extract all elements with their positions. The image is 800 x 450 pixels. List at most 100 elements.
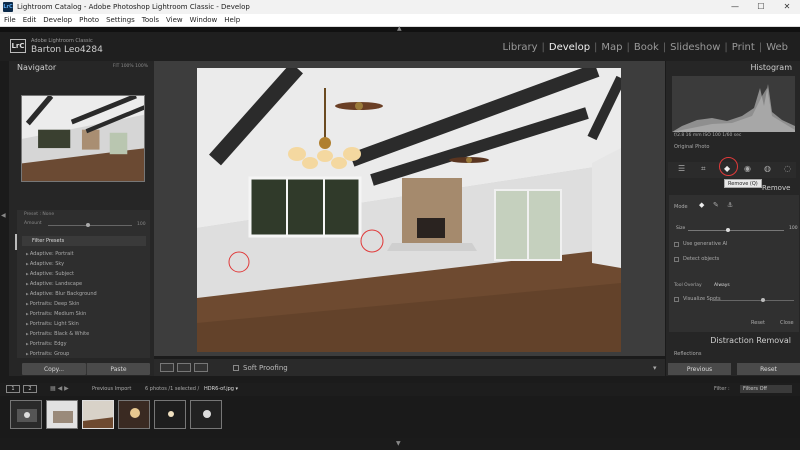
presets-icon[interactable]: ◌: [784, 164, 791, 173]
filter-presets-header[interactable]: Filter Presets: [22, 236, 146, 246]
viewer-toolbar: [154, 359, 665, 376]
visualize-slider-handle[interactable]: [761, 298, 765, 302]
filmstrip-thumbnail[interactable]: [190, 400, 222, 429]
soft-proofing-checkbox[interactable]: [233, 365, 239, 371]
compare-icon[interactable]: [194, 363, 208, 372]
menu-settings[interactable]: Settings: [106, 16, 135, 24]
filmstrip-thumbnail[interactable]: [10, 400, 42, 429]
module-slideshow[interactable]: Slideshow: [666, 42, 724, 53]
preset-item[interactable]: Portraits: Edgy: [26, 339, 97, 349]
thumbnail-image: [17, 409, 37, 422]
reset-button[interactable]: Reset: [737, 363, 800, 375]
edit-sliders-icon[interactable]: ☰: [678, 164, 685, 173]
detect-objects-checkbox[interactable]: [674, 257, 679, 262]
mask-icon[interactable]: ◍: [764, 164, 771, 173]
filmstrip-filename[interactable]: HDR6-of.jpg ▾: [204, 386, 238, 392]
tool-overlay-label: Tool Overlay: [674, 283, 702, 288]
preset-item[interactable]: Adaptive: Portrait: [26, 249, 97, 259]
navigator-header[interactable]: Navigator FIT 100% 100%: [9, 61, 154, 73]
menu-window[interactable]: Window: [190, 16, 218, 24]
module-print[interactable]: Print: [728, 42, 759, 53]
visualize-slider[interactable]: [712, 300, 794, 301]
filmstrip-thumbnail[interactable]: [118, 400, 150, 429]
content-aware-mode-icon[interactable]: ◆: [699, 201, 704, 209]
module-map[interactable]: Map: [597, 42, 626, 53]
chevron-up-icon[interactable]: ▲: [397, 25, 402, 32]
display-1-button[interactable]: 1: [6, 385, 20, 393]
crop-icon[interactable]: ⌗: [701, 164, 706, 174]
filmstrip-thumbnail[interactable]: [46, 400, 78, 429]
maximize-icon[interactable]: ☐: [748, 0, 774, 14]
module-web[interactable]: Web: [762, 42, 792, 53]
preset-item[interactable]: Portraits: Light Skin: [26, 319, 97, 329]
distraction-removal-header[interactable]: Distraction Removal: [669, 334, 795, 346]
generative-ai-label: Use generative AI: [683, 241, 728, 247]
menu-file[interactable]: File: [4, 16, 16, 24]
module-book[interactable]: Book: [630, 42, 663, 53]
module-develop[interactable]: Develop: [545, 42, 594, 53]
amount-label: Amount: [24, 221, 42, 226]
lightroom-logo: LrC: [10, 39, 26, 53]
soft-proofing-label: Soft Proofing: [243, 364, 288, 372]
preset-item[interactable]: Portraits: Black & White: [26, 329, 97, 339]
copy-button[interactable]: Copy...: [22, 363, 86, 375]
filmstrip-thumbnail-selected[interactable]: [82, 400, 114, 429]
previous-button[interactable]: Previous: [668, 363, 731, 375]
display-2-button[interactable]: 2: [23, 385, 37, 393]
visualize-spots-checkbox[interactable]: [674, 297, 679, 302]
minimize-icon[interactable]: —: [722, 0, 748, 14]
presets-scrollbar[interactable]: [15, 234, 17, 250]
original-photo-toggle[interactable]: Original Photo: [674, 144, 709, 150]
navigator-preview-image: [22, 96, 144, 181]
preset-item[interactable]: Adaptive: Landscape: [26, 279, 97, 289]
heal-mode-icon[interactable]: ✎: [713, 201, 719, 209]
preset-item[interactable]: Adaptive: Blur Background: [26, 289, 97, 299]
reflections-label[interactable]: Reflections: [674, 351, 701, 357]
thumbnail-image: [168, 411, 174, 417]
preset-label[interactable]: Preset : None: [24, 212, 54, 217]
before-after-icon[interactable]: [177, 363, 191, 372]
menu-develop[interactable]: Develop: [43, 16, 72, 24]
preset-item[interactable]: Portraits: Medium Skin: [26, 309, 97, 319]
navigator-zoom[interactable]: FIT 100% 100%: [113, 61, 148, 73]
preset-item[interactable]: Portraits: Deep Skin: [26, 299, 97, 309]
amount-slider[interactable]: [48, 225, 132, 226]
preset-item[interactable]: Adaptive: Subject: [26, 269, 97, 279]
thumbnail-image: [53, 411, 73, 423]
clone-mode-icon[interactable]: ⚓: [727, 201, 733, 209]
filter-select[interactable]: Filters Off: [740, 385, 792, 393]
generative-ai-checkbox[interactable]: [674, 242, 679, 247]
preset-item[interactable]: Portraits: Group: [26, 349, 97, 359]
toolbar-menu-icon[interactable]: ▾: [653, 364, 657, 372]
remove-reset-button[interactable]: Reset: [751, 320, 765, 326]
histogram-chart: [672, 76, 795, 132]
module-library[interactable]: Library: [499, 42, 542, 53]
remove-close-button[interactable]: Close: [780, 320, 794, 326]
filmstrip-source[interactable]: Previous Import: [92, 386, 131, 392]
photo-canvas[interactable]: [197, 68, 621, 352]
tool-overlay-select[interactable]: Always: [714, 283, 730, 288]
red-eye-icon[interactable]: ◉: [744, 164, 751, 173]
menu-view[interactable]: View: [166, 16, 183, 24]
histogram-header[interactable]: Histogram: [666, 61, 793, 73]
filmstrip-thumbnail[interactable]: [154, 400, 186, 429]
navigator-preview[interactable]: [21, 95, 145, 182]
menu-help[interactable]: Help: [224, 16, 240, 24]
filmstrip-nav-icons[interactable]: ▦ ◀ ▶: [50, 385, 69, 392]
close-icon[interactable]: ✕: [774, 0, 800, 14]
window-title: Lightroom Catalog - Adobe Photoshop Ligh…: [17, 3, 250, 11]
menu-edit[interactable]: Edit: [23, 16, 37, 24]
size-slider[interactable]: [688, 230, 784, 231]
amount-slider-handle[interactable]: [86, 223, 90, 227]
chevron-down-icon[interactable]: ▼: [396, 440, 401, 447]
size-slider-handle[interactable]: [726, 228, 730, 232]
identity-plate-user: Barton Leo4284: [31, 45, 103, 55]
left-panel-toggle-icon[interactable]: ◀: [1, 212, 6, 219]
filmstrip-count: 6 photos /1 selected /: [145, 386, 200, 392]
preset-item[interactable]: Adaptive: Sky: [26, 259, 97, 269]
paste-button[interactable]: Paste: [86, 363, 150, 375]
loupe-view-icon[interactable]: [160, 363, 174, 372]
thumbnail-image: [83, 417, 113, 428]
menu-photo[interactable]: Photo: [79, 16, 99, 24]
menu-tools[interactable]: Tools: [142, 16, 159, 24]
